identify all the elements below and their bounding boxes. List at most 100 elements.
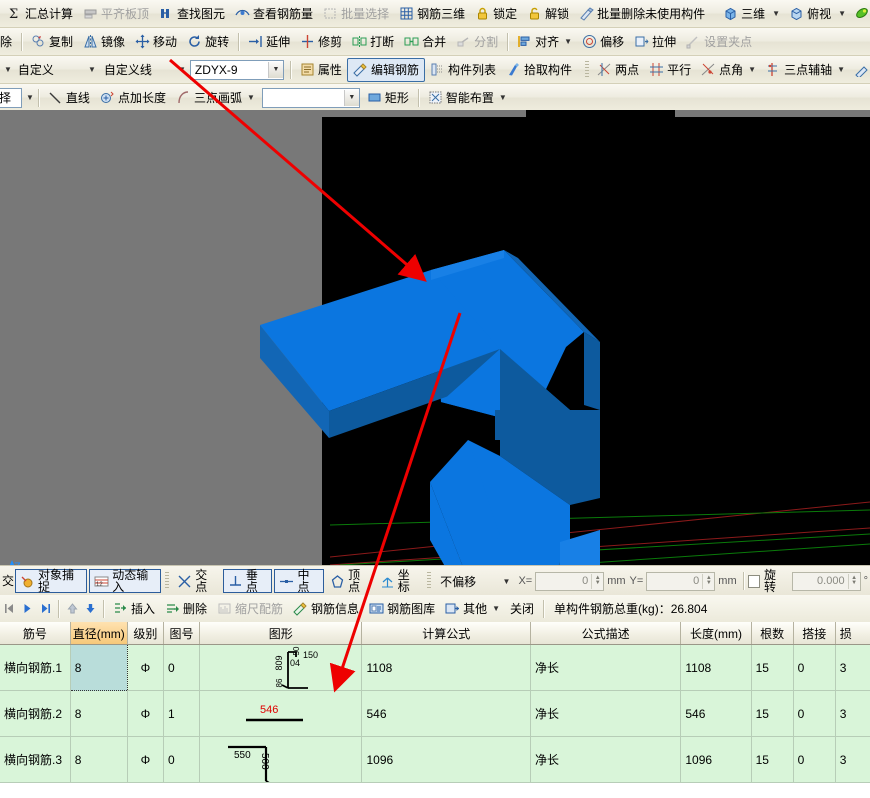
- chevron-down-icon[interactable]: ▼: [748, 65, 756, 74]
- cell-jibie[interactable]: Φ: [127, 691, 163, 737]
- cell-gongshimiaoshu[interactable]: 净长: [530, 645, 680, 691]
- cell-gongshimiaoshu[interactable]: 净长: [530, 691, 680, 737]
- rebar-insert-row[interactable]: 插入: [108, 598, 160, 620]
- nav-last-icon[interactable]: [36, 600, 54, 618]
- toolbar-component-list[interactable]: 构件列表: [425, 59, 501, 81]
- nav-prev-icon[interactable]: [18, 600, 36, 618]
- cell-genshu[interactable]: 15: [751, 645, 793, 691]
- snap-perpendicular[interactable]: 垂点: [223, 569, 273, 593]
- blank-combo[interactable]: ▼: [262, 88, 360, 108]
- toolbar-copy[interactable]: 复制: [26, 31, 78, 53]
- chevron-down-icon[interactable]: ▼: [268, 62, 283, 78]
- toolbar-flatten-slab[interactable]: 平齐板顶: [78, 3, 154, 25]
- cell-zhijing[interactable]: 8: [70, 737, 127, 783]
- cell-sunhao[interactable]: 3: [835, 737, 870, 783]
- spinner-arrows[interactable]: ▲▼: [591, 574, 603, 589]
- toolbar-mirror[interactable]: 镜像: [78, 31, 130, 53]
- component-code-combo[interactable]: ZDYX-9 ▼: [190, 60, 284, 80]
- toolbar-parallel[interactable]: 平行: [644, 59, 696, 81]
- cell-changdu[interactable]: 1108: [681, 645, 751, 691]
- toolbar-point-add-length[interactable]: 点加长度: [95, 87, 171, 109]
- toolbar-trim[interactable]: 修剪: [295, 31, 347, 53]
- cell-jibie[interactable]: Φ: [127, 737, 163, 783]
- cell-jinhao[interactable]: 横向钢筋.1: [0, 645, 70, 691]
- chevron-down-icon[interactable]: ▼: [492, 604, 500, 613]
- toolbar-extra-tool[interactable]: [850, 59, 870, 81]
- toolbar-dynamic[interactable]: 动态: [850, 3, 870, 25]
- col-header-jisuangongshi[interactable]: 计算公式: [362, 622, 530, 645]
- toolbar-three-point-axis[interactable]: 三点辅轴 ▼: [761, 59, 850, 81]
- toolbar-batch-delete-unused[interactable]: 批量删除未使用构件: [574, 3, 710, 25]
- toolbar-align[interactable]: 对齐 ▼: [512, 31, 577, 53]
- x-coord-input[interactable]: 0 ▲▼: [535, 572, 604, 591]
- snap-dynamic-input[interactable]: 12 动态输入: [89, 569, 161, 593]
- cell-zhijing[interactable]: 8: [70, 645, 127, 691]
- toolbar-rotate[interactable]: 旋转: [182, 31, 234, 53]
- cell-tuhao[interactable]: 0: [163, 737, 199, 783]
- cell-tuhao[interactable]: 1: [163, 691, 199, 737]
- nav-first-icon[interactable]: [0, 600, 18, 618]
- chevron-down-icon[interactable]: ▼: [772, 9, 780, 18]
- toolbar-find-element[interactable]: 查找图元: [154, 3, 230, 25]
- toolbar-lock[interactable]: 锁定: [470, 3, 522, 25]
- col-header-changdu[interactable]: 长度(mm): [681, 622, 751, 645]
- toolbar-pick-component[interactable]: 拾取构件: [501, 59, 577, 81]
- chevron-down-icon[interactable]: ▼: [499, 93, 507, 102]
- toolbar-rectangle[interactable]: 矩形: [362, 87, 414, 109]
- cell-tuxing[interactable]: 809 04 50 150 86 150: [200, 645, 362, 691]
- col-header-tuhao[interactable]: 图号: [163, 622, 199, 645]
- toolbar-stretch[interactable]: 拉伸: [629, 31, 681, 53]
- toolbar-offset[interactable]: 偏移: [577, 31, 629, 53]
- table-row[interactable]: 横向钢筋.3 8 Φ 0 550: [0, 737, 870, 783]
- chevron-down-icon[interactable]: ▼: [838, 9, 846, 18]
- col-header-dajie[interactable]: 搭接: [793, 622, 835, 645]
- cell-genshu[interactable]: 15: [751, 691, 793, 737]
- cell-sunhao[interactable]: 3: [835, 691, 870, 737]
- rotate-checkbox[interactable]: [748, 575, 760, 588]
- snap-coordinate[interactable]: 坐标: [375, 570, 425, 592]
- custom-type-combo[interactable]: 自定义 ▼: [14, 61, 96, 79]
- toolbar-break[interactable]: 打断: [347, 31, 399, 53]
- toolbar-unlock[interactable]: 解锁: [522, 3, 574, 25]
- cell-sunhao[interactable]: 3: [835, 645, 870, 691]
- 3d-viewport[interactable]: Z: [0, 110, 870, 565]
- custom-line-combo[interactable]: 自定义线 ▼: [100, 61, 186, 79]
- cell-gongshimiaoshu[interactable]: 净长: [530, 737, 680, 783]
- chevron-down-icon[interactable]: ▼: [837, 65, 845, 74]
- toolbar-merge[interactable]: 合并: [399, 31, 451, 53]
- toolbar-line[interactable]: 直线: [43, 87, 95, 109]
- col-header-gongshimiaoshu[interactable]: 公式描述: [530, 622, 680, 645]
- col-header-jinhao[interactable]: 筋号: [0, 622, 70, 645]
- chevron-down-icon[interactable]: ▼: [344, 90, 359, 106]
- rebar-close[interactable]: 关闭: [505, 598, 539, 620]
- spinner-arrows[interactable]: ▲▼: [848, 574, 860, 589]
- col-header-zhijing[interactable]: 直径(mm): [70, 622, 127, 645]
- rebar-table[interactable]: 筋号 直径(mm) 级别 图号 图形 计算公式 公式描述 长度(mm) 根数 搭…: [0, 622, 870, 798]
- chevron-down-icon[interactable]: ▼: [564, 37, 572, 46]
- col-header-jibie[interactable]: 级别: [127, 622, 163, 645]
- cell-jisuangongshi[interactable]: 546: [362, 691, 530, 737]
- cell-dajie[interactable]: 0: [793, 737, 835, 783]
- toolbar-three-point-arc[interactable]: 三点画弧 ▼: [171, 87, 260, 109]
- rotate-input[interactable]: 0.000 ▲▼: [792, 572, 861, 591]
- cell-dajie[interactable]: 0: [793, 691, 835, 737]
- snap-midpoint[interactable]: 中点: [274, 569, 324, 593]
- rebar-scale-config[interactable]: 缩尺配筋: [212, 598, 288, 620]
- toolbar-extend[interactable]: 延伸: [243, 31, 295, 53]
- col-header-tuxing[interactable]: 图形: [200, 622, 362, 645]
- cell-zhijing[interactable]: 8: [70, 691, 127, 737]
- snap-intersection[interactable]: 交点: [172, 570, 222, 592]
- cell-changdu[interactable]: 1096: [681, 737, 751, 783]
- rebar-info[interactable]: 钢筋信息: [288, 598, 364, 620]
- toolbar-sigma-calc[interactable]: Σ 汇总计算: [2, 3, 78, 25]
- cell-jinhao[interactable]: 横向钢筋.2: [0, 691, 70, 737]
- cell-tuxing[interactable]: 546: [200, 691, 362, 737]
- toolbar-edit-rebar[interactable]: 编辑钢筋: [347, 58, 425, 82]
- snap-vertex[interactable]: 顶点: [325, 570, 375, 592]
- table-row[interactable]: 横向钢筋.1 8 Φ 0: [0, 645, 870, 691]
- toolbar-move[interactable]: 移动: [130, 31, 182, 53]
- toolbar-property[interactable]: 属性: [295, 59, 347, 81]
- toolbar-3d-view[interactable]: 三维: [718, 3, 770, 25]
- nav-up-icon[interactable]: [63, 600, 81, 618]
- nav-down-icon[interactable]: [81, 600, 99, 618]
